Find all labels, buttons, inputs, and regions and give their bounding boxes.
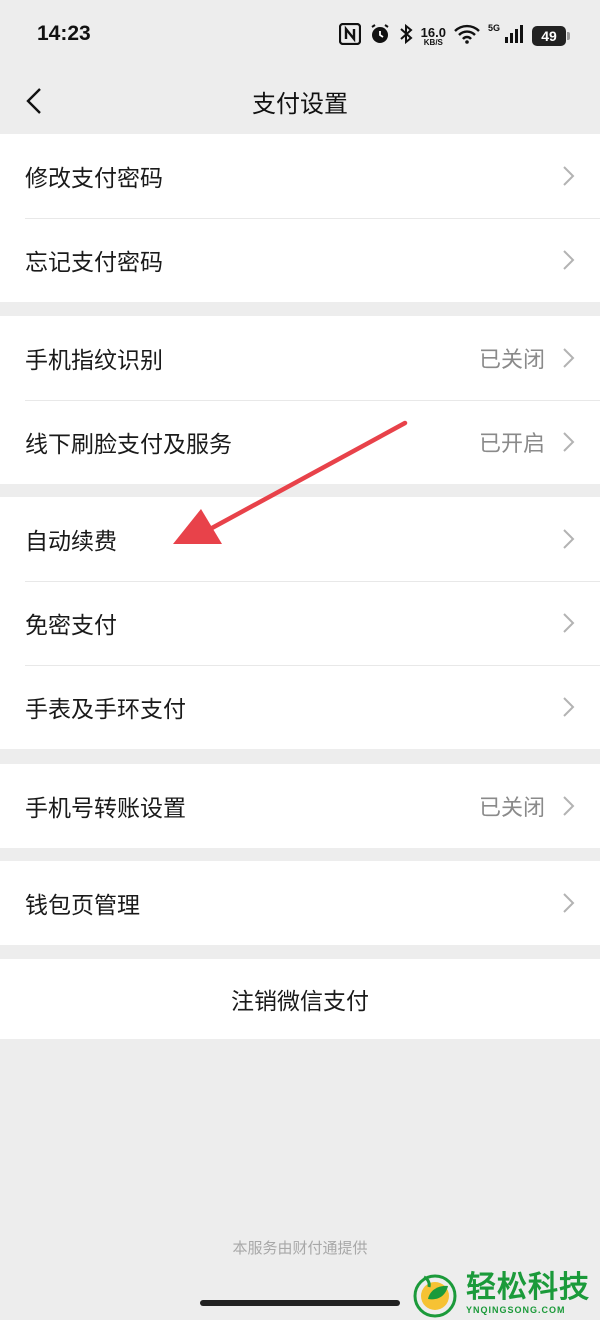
row-label: 自动续费 (25, 529, 117, 555)
status-bar: 14:23 16.0 KB/S 5G 49 (0, 0, 600, 70)
deregister-label: 注销微信支付 (231, 989, 369, 1015)
chevron-right-icon (563, 166, 575, 186)
watermark-logo: 轻松科技 YNQINGSONG.COM (410, 1268, 600, 1320)
battery-icon: 49 (532, 26, 570, 46)
watermark-name: 轻松科技 (466, 1271, 590, 1304)
chevron-right-icon (563, 432, 575, 452)
status-time: 14:23 (37, 22, 91, 45)
row-face-pay[interactable]: 线下刷脸支付及服务 已开启 (0, 400, 600, 484)
network-speed: 16.0 KB/S (420, 24, 446, 47)
leaf-logo-icon (413, 1274, 457, 1318)
page-title: 支付设置 (252, 90, 348, 118)
chevron-right-icon (563, 796, 575, 816)
signal-icon (504, 24, 524, 48)
chevron-right-icon (563, 529, 575, 549)
home-indicator[interactable] (200, 1300, 400, 1306)
chevron-right-icon (563, 893, 575, 913)
row-change-pay-password[interactable]: 修改支付密码 (0, 134, 600, 218)
settings-group-deregister: 注销微信支付 (0, 959, 600, 1039)
chevron-right-icon (563, 613, 575, 633)
row-label: 手表及手环支付 (25, 697, 186, 723)
chevron-right-icon (563, 697, 575, 717)
settings-group-wallet: 钱包页管理 (0, 861, 600, 945)
bluetooth-icon (399, 23, 413, 49)
row-phone-transfer[interactable]: 手机号转账设置 已关闭 (0, 764, 600, 848)
chevron-right-icon (563, 348, 575, 368)
nfc-icon (338, 22, 361, 49)
row-label: 线下刷脸支付及服务 (25, 432, 232, 458)
row-label: 钱包页管理 (25, 893, 140, 919)
row-label: 忘记支付密码 (25, 250, 163, 276)
row-label: 免密支付 (25, 613, 117, 639)
row-label: 手机指纹识别 (25, 348, 163, 374)
row-label: 修改支付密码 (25, 166, 163, 192)
signal-label: 5G (487, 23, 500, 33)
row-status-value: 已关闭 (478, 796, 545, 821)
chevron-right-icon (563, 250, 575, 270)
settings-group-payments: 自动续费 免密支付 手表及手环支付 (0, 497, 600, 749)
deregister-button[interactable]: 注销微信支付 (0, 959, 600, 1039)
row-watch-band-pay[interactable]: 手表及手环支付 (0, 665, 600, 749)
row-forgot-pay-password[interactable]: 忘记支付密码 (0, 218, 600, 302)
alarm-icon (369, 23, 391, 49)
row-status-value: 已关闭 (478, 348, 545, 373)
row-label: 手机号转账设置 (25, 796, 186, 822)
row-fingerprint[interactable]: 手机指纹识别 已关闭 (0, 316, 600, 400)
settings-group-biometrics: 手机指纹识别 已关闭 线下刷脸支付及服务 已开启 (0, 316, 600, 484)
row-status-value: 已开启 (478, 432, 545, 457)
row-password-free-pay[interactable]: 免密支付 (0, 581, 600, 665)
settings-group-password: 修改支付密码 忘记支付密码 (0, 134, 600, 302)
row-wallet-page[interactable]: 钱包页管理 (0, 861, 600, 945)
status-icons: 16.0 KB/S 5G 49 (338, 22, 570, 50)
watermark-domain: YNQINGSONG.COM (466, 1305, 566, 1315)
wifi-icon (454, 24, 480, 48)
row-auto-renewal[interactable]: 自动续费 (0, 497, 600, 581)
settings-group-transfer: 手机号转账设置 已关闭 (0, 764, 600, 848)
footer-note: 本服务由财付通提供 (232, 1239, 368, 1257)
nav-bar: 支付设置 (0, 70, 600, 132)
